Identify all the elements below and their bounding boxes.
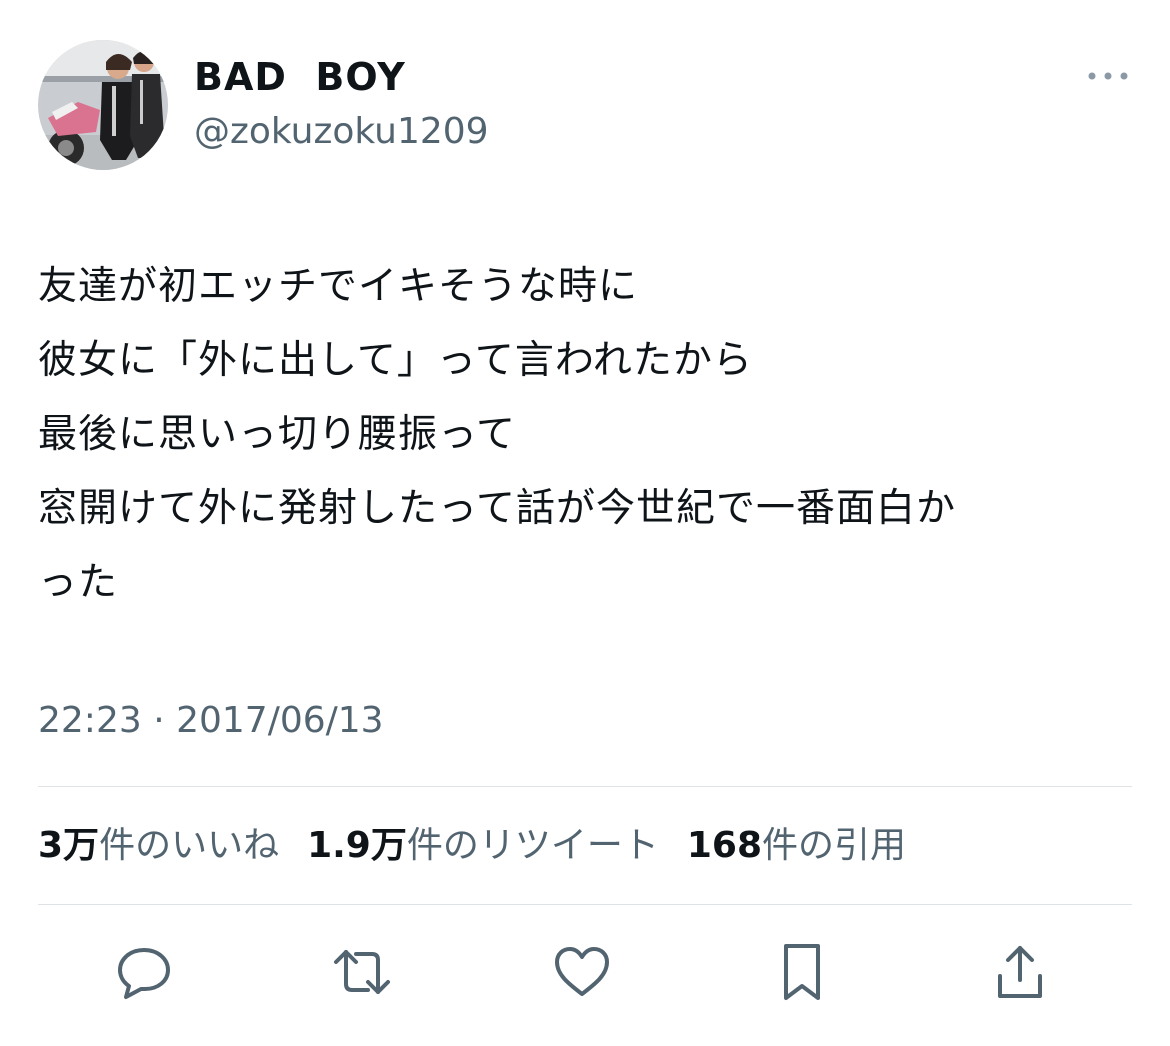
tweet-text-line: 彼女に「外に出して」って言われたから bbox=[38, 338, 753, 383]
tweet-text: 友達が初エッチでイキそうな時に 彼女に「外に出して」って言われたから 最後に思い… bbox=[38, 250, 1148, 620]
likes-stat[interactable]: 3万件のいいね bbox=[38, 818, 279, 874]
quotes-stat[interactable]: 168件の引用 bbox=[687, 818, 906, 874]
tweet-text-line: 窓開けて外に発射したって話が今世紀で一番面白か bbox=[38, 486, 957, 531]
reply-button[interactable] bbox=[108, 936, 180, 1008]
user-handle[interactable]: @zokuzoku1209 bbox=[194, 110, 489, 154]
likes-count: 3万 bbox=[38, 825, 100, 866]
bookmark-icon bbox=[784, 944, 820, 1000]
divider bbox=[38, 904, 1132, 905]
bookmark-button[interactable] bbox=[766, 936, 838, 1008]
retweets-label: 件のリツイート bbox=[406, 825, 659, 866]
display-name[interactable]: BAD BOY bbox=[194, 54, 406, 100]
divider bbox=[38, 786, 1132, 787]
likes-label: 件のいいね bbox=[99, 825, 280, 866]
like-button[interactable] bbox=[546, 936, 618, 1008]
quotes-label: 件の引用 bbox=[762, 825, 907, 866]
quotes-count: 168 bbox=[686, 825, 763, 866]
tweet-text-line: 友達が初エッチでイキそうな時に bbox=[38, 264, 639, 309]
retweet-button[interactable] bbox=[326, 936, 398, 1008]
tweet-stats: 3万件のいいね 1.9万件のリツイート 168件の引用 bbox=[38, 818, 934, 874]
share-button[interactable] bbox=[984, 936, 1056, 1008]
action-bar bbox=[0, 932, 1170, 1012]
tweet-timestamp[interactable]: 22:23 · 2017/06/13 bbox=[38, 696, 384, 746]
reply-icon bbox=[118, 948, 170, 999]
tweet-text-line: った bbox=[38, 560, 119, 605]
share-icon bbox=[998, 946, 1042, 998]
more-icon[interactable] bbox=[1084, 64, 1132, 88]
heart-icon bbox=[555, 947, 609, 996]
retweets-count: 1.9万 bbox=[307, 825, 407, 866]
avatar[interactable] bbox=[38, 40, 168, 170]
retweet-icon bbox=[334, 950, 390, 994]
tweet-text-line: 最後に思いっ切り腰振って bbox=[38, 412, 517, 457]
retweets-stat[interactable]: 1.9万件のリツイート bbox=[307, 818, 659, 874]
